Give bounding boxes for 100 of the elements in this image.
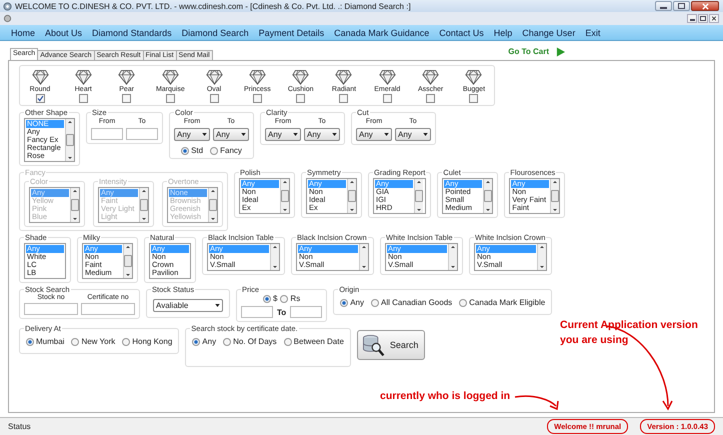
radio-label: Between Date bbox=[294, 337, 344, 346]
minimize-button[interactable] bbox=[687, 14, 697, 23]
scrollbar[interactable] bbox=[414, 179, 423, 213]
checkbox[interactable] bbox=[382, 94, 392, 103]
checkbox[interactable] bbox=[166, 94, 175, 103]
play-icon bbox=[556, 46, 565, 56]
radio-button[interactable] bbox=[122, 338, 130, 346]
to-field[interactable] bbox=[126, 128, 158, 140]
menu-item[interactable]: Contact Us bbox=[434, 28, 489, 38]
scrollbar[interactable] bbox=[483, 179, 492, 213]
go-to-cart-link[interactable]: Go To Cart bbox=[508, 46, 565, 56]
scrollbar[interactable] bbox=[270, 244, 279, 270]
checkbox[interactable] bbox=[426, 94, 436, 103]
gem-icon bbox=[292, 68, 310, 85]
radio-label: Any bbox=[350, 298, 364, 307]
checkbox[interactable] bbox=[339, 94, 348, 103]
menu-item[interactable]: Home bbox=[6, 28, 40, 38]
radio-button[interactable] bbox=[26, 338, 34, 346]
search-button[interactable]: Search bbox=[356, 330, 426, 360]
menu-item[interactable]: Canada Mark Guidance bbox=[329, 28, 434, 38]
minimize-button[interactable] bbox=[655, 1, 672, 11]
scrollbar[interactable] bbox=[139, 188, 148, 222]
dropdown[interactable]: Any bbox=[174, 128, 210, 141]
checkbox[interactable] bbox=[122, 94, 132, 103]
menu-item[interactable]: Change User bbox=[517, 28, 580, 38]
radio-button[interactable] bbox=[459, 298, 468, 306]
radio-label: $ bbox=[272, 294, 278, 303]
to-label: To bbox=[277, 308, 286, 316]
radio-label: No. Of Days bbox=[233, 337, 277, 346]
input-field[interactable] bbox=[81, 303, 135, 315]
input-field[interactable] bbox=[290, 306, 322, 318]
close-icon bbox=[711, 16, 717, 21]
menu-item[interactable]: Payment Details bbox=[254, 28, 330, 38]
annotation-text: currently who is logged in bbox=[380, 389, 510, 404]
scrollbar[interactable] bbox=[280, 179, 289, 213]
input-field[interactable] bbox=[24, 303, 78, 315]
radio-button[interactable] bbox=[262, 294, 271, 302]
restore-button[interactable] bbox=[698, 14, 708, 23]
radio-button[interactable] bbox=[210, 146, 218, 154]
caret-icon bbox=[215, 304, 220, 307]
gem-icon bbox=[335, 68, 352, 85]
caret-icon bbox=[241, 133, 246, 136]
caret-icon bbox=[384, 133, 389, 136]
gem-icon bbox=[465, 68, 482, 85]
radio-button[interactable] bbox=[280, 294, 288, 302]
menu-item[interactable]: Exit bbox=[580, 28, 606, 38]
radio-button[interactable] bbox=[340, 298, 348, 306]
dropdown[interactable]: Any bbox=[213, 128, 249, 141]
checkbox[interactable] bbox=[36, 94, 44, 103]
checkbox[interactable] bbox=[252, 94, 262, 103]
scrollbar[interactable] bbox=[448, 244, 457, 270]
caret-icon bbox=[202, 133, 207, 136]
radio-button[interactable] bbox=[181, 146, 190, 154]
caret-icon bbox=[293, 133, 298, 136]
radio-button[interactable] bbox=[71, 338, 80, 346]
menu-item[interactable]: Help bbox=[488, 28, 518, 38]
radio-button[interactable] bbox=[284, 338, 292, 346]
scrollbar[interactable] bbox=[347, 179, 356, 213]
scrollbar[interactable] bbox=[65, 119, 74, 161]
from-field[interactable] bbox=[91, 128, 123, 140]
close-button[interactable] bbox=[709, 14, 719, 23]
scrollbar[interactable] bbox=[550, 179, 560, 213]
gem-icon bbox=[248, 68, 266, 85]
scrollbar[interactable] bbox=[537, 244, 546, 270]
menu-item[interactable]: About Us bbox=[40, 28, 88, 38]
radio-label: Fancy bbox=[220, 146, 242, 155]
dropdown[interactable]: Avaliable bbox=[153, 299, 223, 312]
radio-label: Any bbox=[202, 337, 216, 346]
checkbox[interactable] bbox=[469, 94, 478, 103]
radio-button[interactable] bbox=[223, 338, 232, 346]
scrollbar[interactable] bbox=[359, 244, 368, 270]
scrollbar[interactable] bbox=[208, 188, 217, 222]
gem-icon bbox=[422, 68, 440, 85]
dropdown[interactable]: Any bbox=[356, 128, 392, 141]
gem-icon bbox=[162, 68, 179, 85]
input-field[interactable] bbox=[241, 306, 273, 318]
window-title: WELCOME TO C.DINESH & CO. PVT. LTD. - www.cdinesh.com - [Cdinesh & Co. Pvt. Ltd. .: Diamond Search :] bbox=[15, 2, 411, 10]
dropdown[interactable]: Any bbox=[265, 128, 301, 141]
scrollbar[interactable] bbox=[123, 244, 132, 278]
maximize-button[interactable] bbox=[673, 1, 690, 11]
checkbox[interactable] bbox=[210, 94, 219, 103]
gem-icon bbox=[74, 68, 92, 85]
database-search-icon bbox=[360, 333, 385, 357]
annotation-text: Current Application version you are using bbox=[560, 318, 698, 348]
checkbox[interactable] bbox=[78, 94, 88, 103]
scrollbar[interactable] bbox=[70, 188, 79, 222]
gem-icon bbox=[32, 68, 48, 85]
gem-icon bbox=[118, 68, 136, 85]
menu-item[interactable]: Diamond Standards bbox=[87, 28, 177, 38]
radio-label: All Canadian Goods bbox=[380, 298, 452, 307]
radio-button[interactable] bbox=[192, 338, 200, 346]
menu-item[interactable]: Diamond Search bbox=[176, 28, 254, 38]
dropdown[interactable]: Any bbox=[304, 128, 340, 141]
checkbox[interactable] bbox=[296, 94, 306, 103]
radio-label: New York bbox=[81, 337, 116, 346]
dropdown[interactable]: Any bbox=[395, 128, 431, 141]
radio-label: Mumbai bbox=[36, 337, 64, 346]
close-button[interactable] bbox=[691, 1, 719, 11]
radio-button[interactable] bbox=[370, 298, 379, 306]
close-icon bbox=[700, 2, 710, 10]
